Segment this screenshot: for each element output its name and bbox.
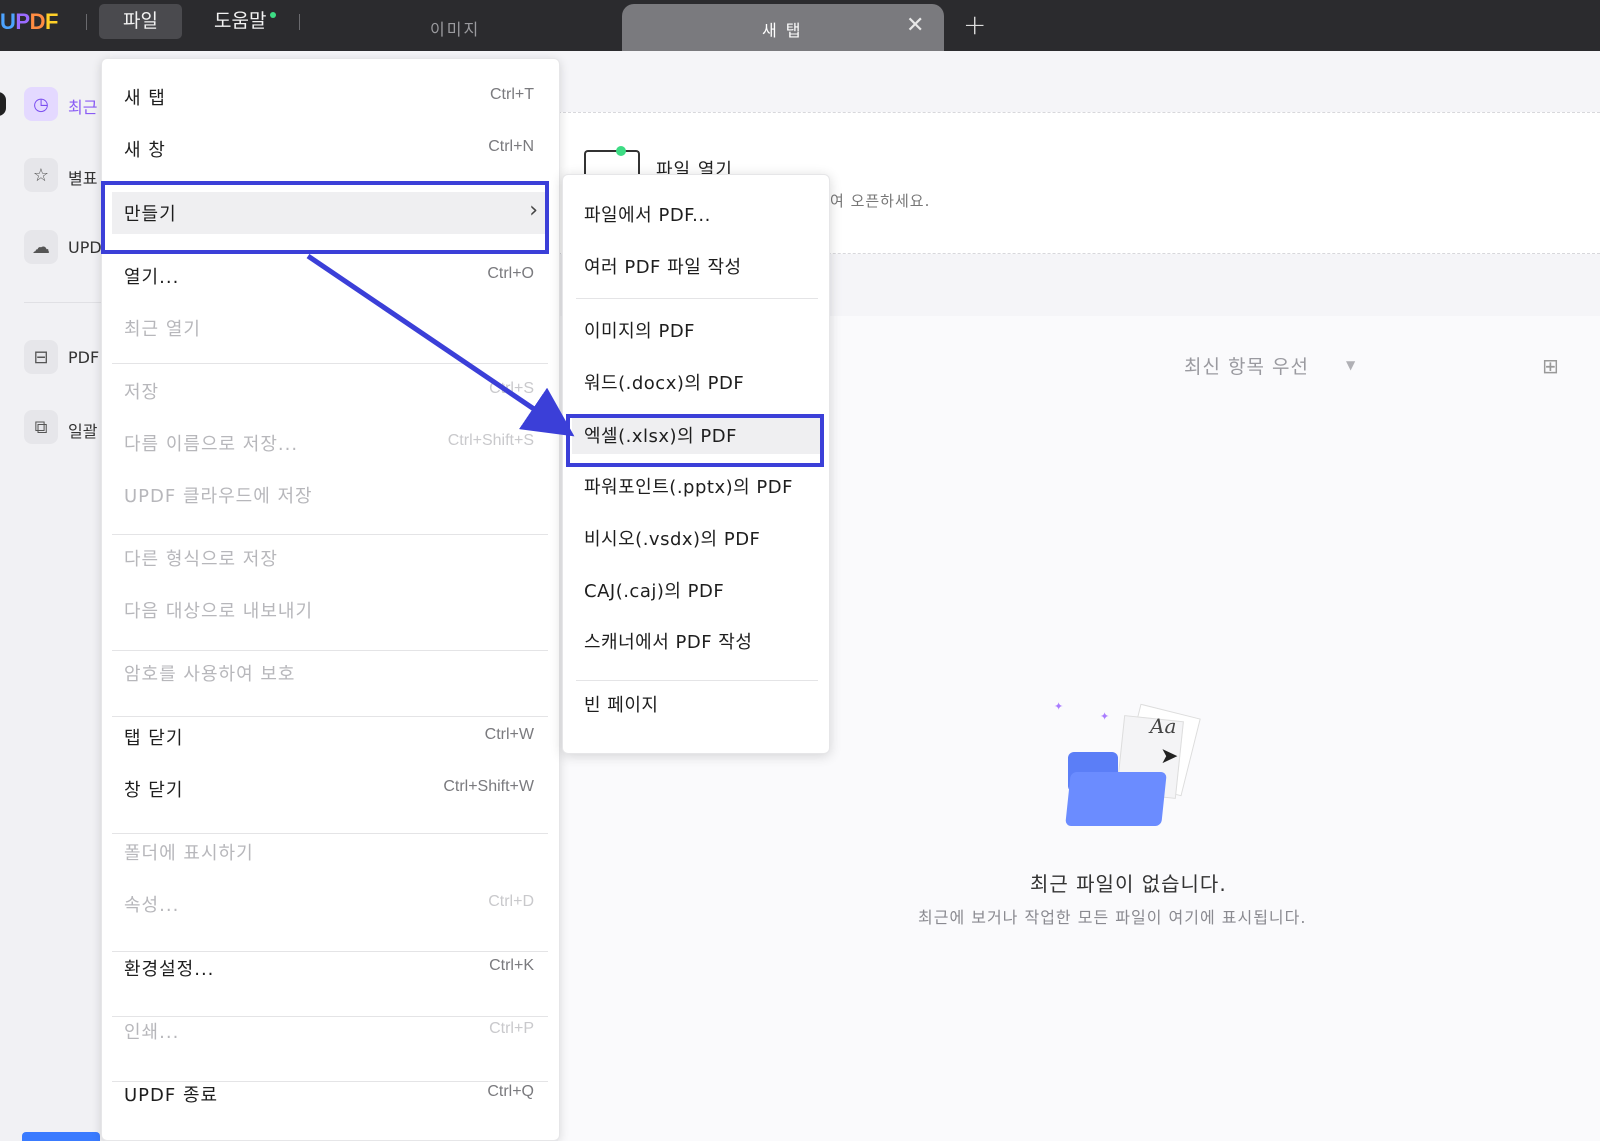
- notification-dot-icon: [270, 12, 277, 18]
- menu-item-open[interactable]: 열기... Ctrl+O: [112, 255, 548, 295]
- sidebar-item-pdf-tools[interactable]: PDF: [68, 348, 99, 367]
- menu-separator: [576, 298, 818, 299]
- sidebar-bottom-button[interactable]: [22, 1132, 100, 1141]
- tab-new-label: 새 탭: [762, 21, 803, 40]
- highlight-box-excel: [566, 414, 824, 467]
- title-bar: UPDF 파일 도움말 이미지 새 탭 ✕ +: [0, 0, 1600, 51]
- menu-item-properties[interactable]: 속성... Ctrl+D: [112, 883, 548, 923]
- open-file-subtitle: 여 오픈하세요.: [830, 192, 931, 210]
- submenu-item-pdf-from-word[interactable]: 워드(.docx)의 PDF: [572, 361, 820, 401]
- menu-item-show-in-folder[interactable]: 폴더에 표시하기: [112, 831, 548, 871]
- empty-state-subtitle: 최근에 보거나 작업한 모든 파일이 여기에 표시됩니다.: [918, 908, 1307, 927]
- sidebar-item-batch[interactable]: 일괄: [68, 418, 97, 442]
- menu-item-save-cloud[interactable]: UPDF 클라우드에 저장: [112, 474, 548, 514]
- copy-icon[interactable]: ⧉: [24, 410, 58, 444]
- star-icon[interactable]: ☆: [24, 158, 58, 192]
- sort-dropdown[interactable]: 최신 항목 우선: [1184, 352, 1309, 379]
- highlight-box-create: [101, 181, 549, 254]
- tab-new[interactable]: 새 탭 ✕: [622, 4, 944, 51]
- sidebar-item-cloud[interactable]: UPD: [68, 238, 102, 257]
- cursor-icon: ➤: [1160, 744, 1179, 769]
- menu-item-save-as[interactable]: 다름 이름으로 저장... Ctrl+Shift+S: [112, 422, 548, 462]
- sidebar-item-recent[interactable]: 최근: [68, 94, 97, 118]
- sidebar-divider: [24, 302, 104, 303]
- clock-icon[interactable]: ◷: [24, 87, 58, 121]
- sidebar-item-starred[interactable]: 별표: [68, 165, 97, 189]
- menu-item-save[interactable]: 저장 Ctrl+S: [112, 370, 548, 410]
- menu-item-preferences[interactable]: 환경설정... Ctrl+K: [112, 947, 548, 987]
- sparkle-icon: ✦: [1054, 700, 1064, 713]
- menu-help[interactable]: 도움말: [190, 4, 296, 39]
- submenu-item-pdf-from-powerpoint[interactable]: 파워포인트(.pptx)의 PDF: [572, 465, 820, 505]
- empty-state-title: 최근 파일이 없습니다.: [1030, 872, 1227, 896]
- menu-item-print[interactable]: 인쇄... Ctrl+P: [112, 1010, 548, 1050]
- close-tab-icon[interactable]: ✕: [906, 13, 924, 38]
- menu-item-export[interactable]: 다음 대상으로 내보내기: [112, 589, 548, 629]
- submenu-item-pdf-from-scanner[interactable]: 스캐너에서 PDF 작성: [572, 620, 820, 660]
- folder-dot-icon: [616, 146, 626, 156]
- folder-icon: [1065, 772, 1167, 826]
- menu-separator: [576, 680, 818, 681]
- submenu-item-blank-page[interactable]: 빈 페이지: [572, 683, 820, 723]
- menu-separator: [112, 363, 548, 364]
- menu-item-save-other-format[interactable]: 다른 형식으로 저장: [112, 537, 548, 577]
- separator: [299, 14, 300, 30]
- briefcase-icon[interactable]: ⊟: [24, 340, 58, 374]
- menu-separator: [112, 534, 548, 535]
- menu-item-protect-password[interactable]: 암호를 사용하여 보호: [112, 652, 548, 692]
- font-icon: Aa: [1150, 714, 1177, 738]
- separator: [86, 14, 87, 30]
- menu-item-new-window[interactable]: 새 창 Ctrl+N: [112, 128, 548, 168]
- menu-file[interactable]: 파일: [99, 4, 182, 39]
- menu-item-close-window[interactable]: 창 닫기 Ctrl+Shift+W: [112, 768, 548, 808]
- submenu-item-pdf-from-caj[interactable]: CAJ(.caj)의 PDF: [572, 569, 820, 609]
- grid-view-icon[interactable]: ⊞: [1542, 354, 1559, 378]
- menu-item-quit[interactable]: UPDF 종료 Ctrl+Q: [112, 1073, 548, 1113]
- updf-logo: UPDF: [0, 9, 58, 34]
- submenu-item-pdf-from-file[interactable]: 파일에서 PDF...: [572, 193, 820, 233]
- submenu-item-multiple-pdf[interactable]: 여러 PDF 파일 작성: [572, 245, 820, 285]
- empty-state-illustration: ✦ ✦ Aa ➤: [1054, 700, 1220, 840]
- submenu-item-pdf-from-visio[interactable]: 비시오(.vsdx)의 PDF: [572, 517, 820, 557]
- sidebar: [0, 51, 110, 1141]
- submenu-item-pdf-from-image[interactable]: 이미지의 PDF: [572, 309, 820, 349]
- menu-item-open-recent[interactable]: 최근 열기: [112, 307, 548, 347]
- menu-separator: [112, 650, 548, 651]
- cloud-icon[interactable]: ☁: [24, 230, 58, 264]
- add-tab-icon[interactable]: +: [963, 8, 986, 41]
- menu-item-new-tab[interactable]: 새 탭 Ctrl+T: [112, 76, 548, 116]
- tab-image[interactable]: 이미지: [430, 16, 480, 40]
- chevron-down-icon[interactable]: ▼: [1346, 358, 1355, 372]
- sparkle-icon: ✦: [1100, 710, 1110, 723]
- menu-item-close-tab[interactable]: 탭 닫기 Ctrl+W: [112, 716, 548, 756]
